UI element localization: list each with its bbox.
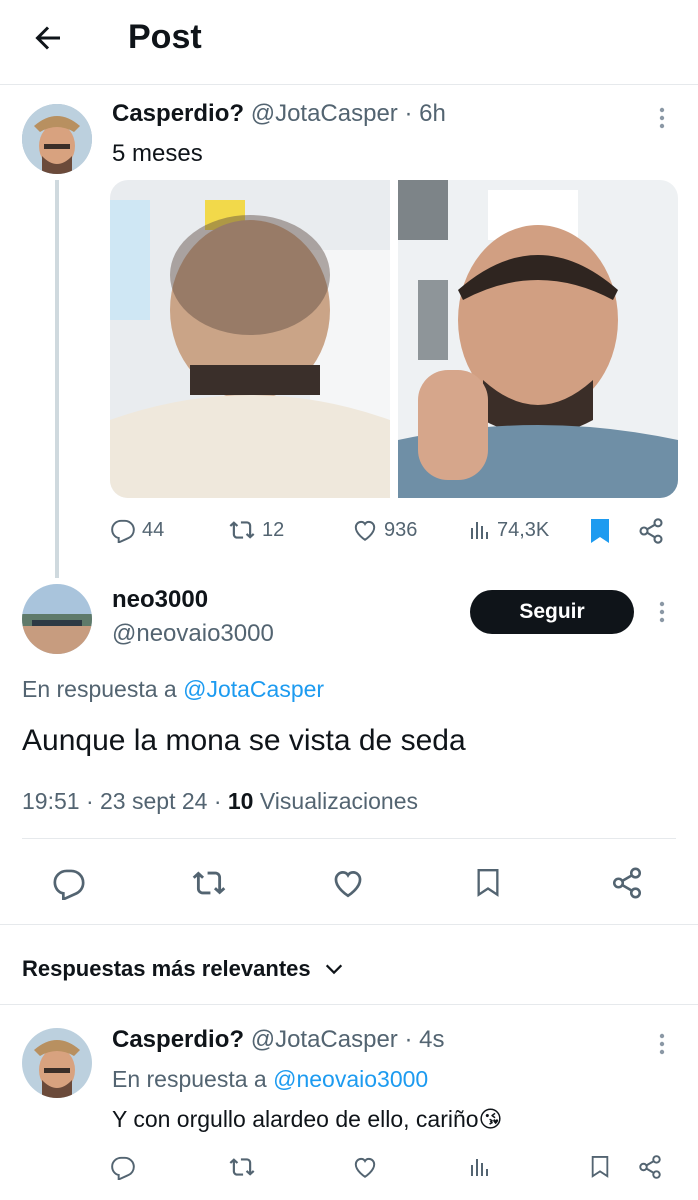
views-chart-icon: [467, 517, 491, 543]
meta-divider: [22, 838, 676, 839]
tweet-text: Aunque la mona se vista de seda: [22, 724, 466, 757]
avatar[interactable]: [22, 1028, 92, 1098]
avatar[interactable]: [22, 584, 92, 654]
page-title: Post: [128, 18, 202, 56]
views-chart-icon[interactable]: [467, 1154, 491, 1180]
heart-icon[interactable]: [352, 1154, 378, 1180]
like-count: 936: [384, 518, 418, 541]
separator: ·: [213, 788, 222, 814]
handle[interactable]: @neovaio3000: [112, 620, 274, 648]
display-name[interactable]: neo3000: [112, 586, 208, 614]
more-options-icon[interactable]: [650, 1032, 674, 1056]
post-date[interactable]: 23 sept 24: [100, 788, 207, 814]
more-options-icon[interactable]: [650, 106, 674, 130]
retweet-action[interactable]: 12: [228, 517, 284, 543]
reply-prefix: En respuesta a: [112, 1066, 267, 1092]
views-count: 10: [227, 788, 254, 814]
media-grid[interactable]: [110, 180, 678, 498]
handle[interactable]: @JotaCasper: [251, 100, 398, 127]
reply-icon[interactable]: [110, 1154, 136, 1180]
tweet-header: Casperdio? @JotaCasper · 4s: [112, 1026, 445, 1054]
smiling-man-photo[interactable]: [398, 180, 678, 498]
display-name[interactable]: Casperdio?: [112, 100, 244, 127]
follow-button[interactable]: Seguir: [470, 590, 634, 634]
heart-icon: [352, 517, 378, 543]
separator: ·: [404, 1026, 413, 1053]
reply-action[interactable]: 44: [110, 517, 164, 543]
timestamp[interactable]: 4s: [419, 1026, 444, 1053]
display-name[interactable]: Casperdio?: [112, 1026, 244, 1053]
like-action[interactable]: 936: [352, 517, 417, 543]
chevron-down-icon: [323, 958, 345, 980]
replies-sort-dropdown[interactable]: Respuestas más relevantes: [22, 956, 345, 982]
back-arrow-icon[interactable]: [30, 20, 66, 56]
separator: ·: [404, 100, 413, 127]
retweet-icon[interactable]: [190, 866, 228, 900]
tweet-meta: 19:51 · 23 sept 24 · 10 Visualizaciones: [22, 788, 418, 815]
share-icon[interactable]: [637, 1154, 663, 1180]
bookmark-filled-icon[interactable]: [588, 517, 612, 545]
views-count: 74,3K: [497, 518, 550, 541]
views-label: Visualizaciones: [259, 788, 418, 814]
retweet-icon[interactable]: [228, 1154, 256, 1180]
tweet-header: Casperdio? @JotaCasper · 6h: [112, 100, 446, 128]
reply-prefix: En respuesta a: [22, 676, 177, 702]
reply-to-link[interactable]: @JotaCasper: [183, 676, 324, 702]
more-options-icon[interactable]: [650, 600, 674, 624]
share-icon[interactable]: [610, 866, 644, 900]
handle[interactable]: @JotaCasper: [251, 1026, 398, 1053]
share-icon[interactable]: [637, 517, 665, 545]
avatar[interactable]: [22, 104, 92, 174]
post-time[interactable]: 19:51: [22, 788, 80, 814]
retweet-count: 12: [262, 518, 285, 541]
bookmark-icon[interactable]: [474, 866, 502, 900]
sort-divider: [0, 1004, 698, 1005]
reply-context: En respuesta a @JotaCasper: [22, 676, 324, 703]
reply-icon[interactable]: [52, 866, 86, 900]
replies-sort-label: Respuestas más relevantes: [22, 956, 311, 981]
reply-count: 44: [142, 518, 165, 541]
thread-line: [55, 180, 59, 578]
tweet-text: 5 meses: [112, 140, 203, 167]
reply-to-link[interactable]: @neovaio3000: [273, 1066, 428, 1092]
reply-context: En respuesta a @neovaio3000: [112, 1066, 428, 1093]
heart-icon[interactable]: [331, 866, 365, 900]
header-divider: [0, 84, 698, 85]
actions-divider: [0, 924, 698, 925]
separator: ·: [85, 788, 94, 814]
bookmark-icon[interactable]: [589, 1154, 611, 1180]
reply-icon: [110, 517, 136, 543]
views-action[interactable]: 74,3K: [467, 517, 549, 543]
retweet-icon: [228, 517, 256, 543]
tweet-text: Y con orgullo alardeo de ello, cariño😘: [112, 1106, 503, 1132]
balding-head-photo[interactable]: [110, 180, 390, 498]
timestamp[interactable]: 6h: [419, 100, 446, 127]
